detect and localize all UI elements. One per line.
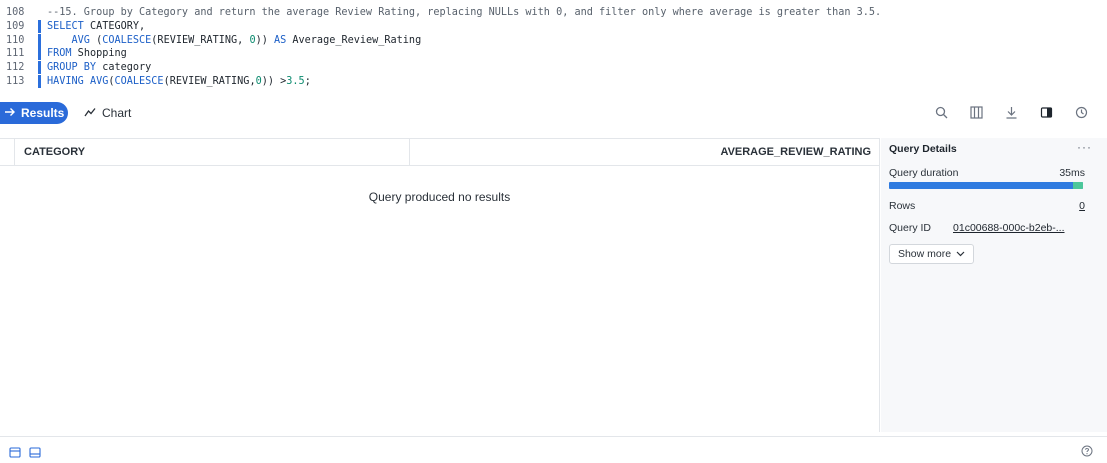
query-duration-label: Query duration <box>889 167 959 179</box>
code-line[interactable]: 110 AVG (COALESCE (REVIEW_RATING, 0)) AS … <box>0 33 422 47</box>
grid-header: CATEGORY AVERAGE_REVIEW_RATING <box>0 139 879 166</box>
columns-icon[interactable] <box>968 104 984 120</box>
more-options-icon[interactable]: ··· <box>1077 140 1092 154</box>
query-details-panel: Query Details ··· Query duration 35ms Ro… <box>881 138 1107 432</box>
line-number: 108 <box>6 7 25 18</box>
code-token: AS <box>273 34 287 46</box>
code-token: COALESCE <box>102 34 152 46</box>
code-token: category <box>96 62 152 74</box>
query-id-label: Query ID <box>889 222 932 234</box>
panel-top-icon[interactable] <box>9 445 21 463</box>
tab-results-label: Results <box>21 106 65 120</box>
rows-label: Rows <box>889 200 916 212</box>
tab-chart[interactable]: Chart <box>84 102 131 124</box>
results-toolbar: Results Chart <box>0 98 1107 130</box>
line-number: 112 <box>6 62 25 74</box>
gutter-marker <box>38 47 41 61</box>
line-number: 113 <box>6 76 25 87</box>
history-icon[interactable] <box>1073 104 1089 120</box>
code-line[interactable]: 109 SELECT CATEGORY, <box>0 19 146 33</box>
query-duration-bar-fill <box>1073 182 1083 189</box>
help-icon[interactable] <box>1081 444 1093 462</box>
query-id-link[interactable]: 01c00688-000c-b2eb-... <box>953 222 1065 234</box>
query-duration-bar <box>889 182 1083 189</box>
rows-row: Rows 0 <box>889 200 1085 212</box>
code-token: COALESCE <box>114 76 164 87</box>
line-number: 110 <box>6 34 25 46</box>
code-token: (REVIEW_RATING, <box>163 76 256 87</box>
results-grid: CATEGORY AVERAGE_REVIEW_RATING Query pro… <box>0 138 880 432</box>
code-token: CATEGORY, <box>83 20 146 32</box>
panel-toggle-icon[interactable] <box>1038 104 1054 120</box>
code-token: Average_Review_Rating <box>286 34 422 46</box>
code-token: Shopping <box>71 48 127 60</box>
show-more-button[interactable]: Show more <box>889 244 974 264</box>
search-icon[interactable] <box>933 104 949 120</box>
download-icon[interactable] <box>1003 104 1019 120</box>
code-token: AVG <box>89 76 109 87</box>
status-footer <box>0 436 1107 463</box>
code-token: GROUP BY <box>47 62 97 74</box>
query-duration-value: 35ms <box>1059 167 1085 179</box>
code-token: )) > <box>261 76 287 87</box>
tab-chart-label: Chart <box>102 106 132 120</box>
row-index-header <box>0 139 15 165</box>
tab-results[interactable]: Results <box>0 102 68 124</box>
show-more-label: Show more <box>897 248 952 260</box>
code-token: ; <box>304 76 311 87</box>
gutter-marker <box>38 75 41 88</box>
code-line[interactable]: 111 FROM Shopping <box>0 47 127 61</box>
code-token: FROM <box>47 48 72 60</box>
code-line[interactable]: 112 GROUP BY category <box>0 61 152 75</box>
code-line[interactable]: 113 HAVING AVG(COALESCE (REVIEW_RATING, 0))… <box>0 75 311 88</box>
column-header-category[interactable]: CATEGORY <box>15 139 410 165</box>
query-duration-row: Query duration 35ms <box>889 167 1085 179</box>
code-token: --15. Group by Category and return the a… <box>47 7 882 18</box>
code-line[interactable]: 108 --15. Group by Category and return th… <box>0 6 881 19</box>
rows-value-link[interactable]: 0 <box>1079 200 1085 212</box>
chevron-down-icon <box>956 248 965 260</box>
column-header-average-review-rating[interactable]: AVERAGE_REVIEW_RATING <box>410 139 879 165</box>
empty-results-message: Query produced no results <box>368 190 511 204</box>
gutter-marker <box>38 33 41 47</box>
panel-bottom-icon[interactable] <box>29 445 41 463</box>
code-token: (REVIEW_RATING, <box>151 34 250 46</box>
code-token: AVG <box>47 34 90 46</box>
gutter-marker <box>38 19 41 33</box>
query-details-title: Query Details <box>889 143 957 155</box>
code-token: HAVING <box>47 76 84 87</box>
sql-editor[interactable]: 108 --15. Group by Category and return th… <box>0 0 1107 92</box>
line-chart-icon <box>84 106 96 120</box>
code-token: 3.5 <box>286 76 305 87</box>
gutter-marker <box>38 61 41 75</box>
code-token: ( <box>89 34 103 46</box>
code-token: SELECT <box>47 20 84 32</box>
query-id-row: Query ID 01c00688-000c-b2eb-... <box>889 222 1085 234</box>
line-number: 111 <box>6 48 25 60</box>
arrow-right-icon <box>4 106 16 120</box>
code-token: )) <box>255 34 274 46</box>
line-number: 109 <box>6 20 25 32</box>
